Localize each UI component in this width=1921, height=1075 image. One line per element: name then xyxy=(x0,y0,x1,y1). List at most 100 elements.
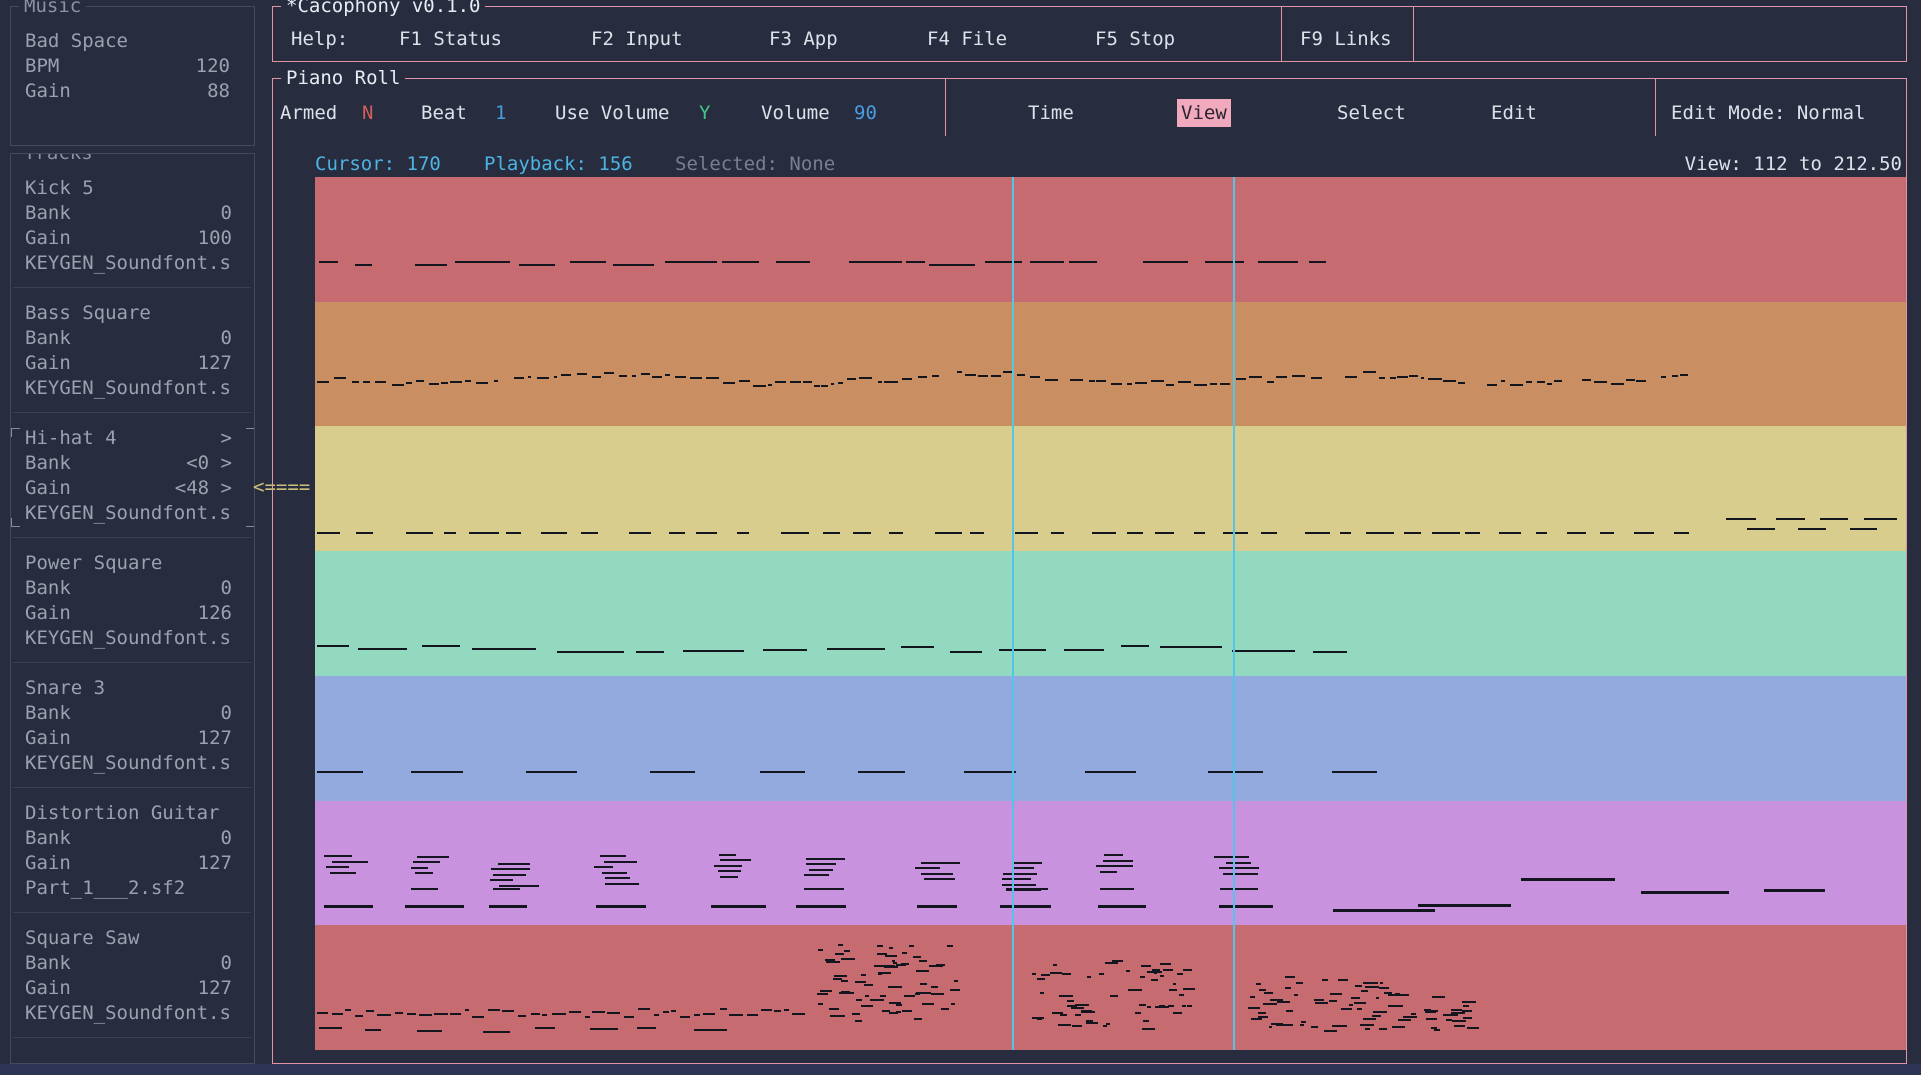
bpm-row[interactable]: BPM 120 xyxy=(25,54,254,79)
note-mark xyxy=(580,532,599,535)
note-mark xyxy=(1088,379,1095,382)
note-mark xyxy=(679,1016,690,1019)
track-band-hi-hat-4[interactable] xyxy=(315,426,1906,552)
note-mark xyxy=(450,380,462,383)
help-label: Help: xyxy=(291,28,349,50)
menu-item-f1-status[interactable]: F1 Status xyxy=(399,25,502,53)
note-mark xyxy=(1626,379,1635,382)
track-band-bass-square[interactable] xyxy=(315,301,1906,427)
note-mark xyxy=(999,905,1052,909)
track-item-kick-5[interactable]: Kick 5 Bank 0 Gain 100 KEYGEN_Soundfont.s xyxy=(13,176,254,301)
note-mark xyxy=(411,771,464,774)
song-name-row[interactable]: Bad Space xyxy=(25,29,254,54)
note-mark xyxy=(855,999,862,1002)
note-mark xyxy=(888,946,893,949)
tab-select[interactable]: Select xyxy=(1337,99,1406,127)
track-item-power-square[interactable]: Power Square Bank 0 Gain 126 KEYGEN_Soundfont… xyxy=(13,551,254,676)
track-band-distortion-guitar[interactable] xyxy=(315,800,1906,926)
note-mark xyxy=(1342,1025,1348,1028)
note-mark xyxy=(1776,518,1806,521)
note-mark xyxy=(374,380,386,383)
menu-item-f9-links[interactable]: F9 Links xyxy=(1300,25,1392,53)
track-gain-label: Gain xyxy=(25,977,71,999)
track-band-square-saw[interactable] xyxy=(315,925,1906,1050)
note-mark xyxy=(1863,518,1897,521)
note-mark xyxy=(841,957,855,960)
note-mark xyxy=(895,1010,901,1013)
track-name: Kick 5 xyxy=(25,177,94,199)
note-mark xyxy=(1375,997,1380,1000)
note-mark xyxy=(892,962,898,965)
track-divider xyxy=(13,287,251,288)
field-value-use-volume[interactable]: Y xyxy=(699,99,710,127)
note-mark xyxy=(488,1009,500,1012)
note-mark xyxy=(490,879,514,882)
menu-item-f2-input[interactable]: F2 Input xyxy=(591,25,683,53)
tab-edit[interactable]: Edit xyxy=(1491,99,1537,127)
note-mark xyxy=(1276,1001,1291,1004)
tab-view[interactable]: View xyxy=(1177,99,1231,127)
note-mark xyxy=(1641,890,1730,894)
note-mark xyxy=(825,959,836,962)
music-gain-row[interactable]: Gain 88 xyxy=(25,79,254,104)
track-item-square-saw[interactable]: Square Saw Bank 0 Gain 127 KEYGEN_Soundfont.s xyxy=(13,926,254,1051)
note-mark xyxy=(317,381,330,384)
tab-time[interactable]: Time xyxy=(1028,99,1074,127)
note-mark xyxy=(1210,383,1217,386)
track-soundfont-file: KEYGEN_Soundfont.s xyxy=(25,627,231,649)
menu-item-f3-app[interactable]: F3 App xyxy=(769,25,838,53)
note-mark xyxy=(796,905,847,909)
note-mark xyxy=(592,375,602,378)
field-value-armed[interactable]: N xyxy=(362,99,373,127)
music-panel-title: Music xyxy=(19,0,87,19)
note-mark xyxy=(683,650,745,653)
track-bank-value: 0 xyxy=(220,827,232,849)
note-mark xyxy=(1526,381,1533,384)
note-mark xyxy=(651,375,663,378)
note-mark xyxy=(1402,1016,1417,1019)
note-mark xyxy=(542,1014,548,1017)
track-band-kick-5[interactable] xyxy=(315,177,1906,302)
note-mark xyxy=(1125,970,1131,973)
track-item-snare-3[interactable]: Snare 3 Bank 0 Gain 127 KEYGEN_Soundfont.s xyxy=(13,676,254,801)
track-band-power-square[interactable] xyxy=(315,551,1906,676)
note-mark xyxy=(1120,645,1150,648)
note-mark xyxy=(773,1010,781,1013)
note-mark xyxy=(805,863,837,866)
note-mark xyxy=(965,374,976,377)
track-select-marker xyxy=(232,551,254,576)
note-mark xyxy=(829,1015,836,1018)
note-mark xyxy=(317,645,349,648)
note-mark xyxy=(1159,962,1171,965)
field-value-beat[interactable]: 1 xyxy=(495,99,506,127)
note-mark xyxy=(703,1012,716,1015)
track-item-bass-square[interactable]: Bass Square Bank 0 Gain 127 KEYGEN_Soundfont.… xyxy=(13,301,254,426)
field-value-volume[interactable]: 90 xyxy=(854,99,877,127)
track-band-snare-3[interactable] xyxy=(315,675,1906,801)
note-mark xyxy=(877,945,883,948)
menu-item-f4-file[interactable]: F4 File xyxy=(927,25,1007,53)
track-gain-value: 127 xyxy=(197,352,232,374)
note-mark xyxy=(1679,374,1688,376)
note-mark xyxy=(1110,994,1118,997)
note-mark xyxy=(1263,992,1273,995)
track-item-distortion-guitar[interactable]: Distortion Guitar Bank 0 Gain 127 Part_1___2.… xyxy=(13,801,254,926)
note-mark xyxy=(1258,1011,1266,1014)
note-mark xyxy=(1323,1029,1338,1032)
note-mark xyxy=(391,384,405,387)
note-mark xyxy=(753,384,766,387)
note-mark xyxy=(1204,260,1244,263)
note-mark xyxy=(854,1019,862,1022)
note-mark xyxy=(838,381,844,384)
note-mark xyxy=(1099,887,1134,890)
note-mark xyxy=(954,979,958,982)
note-mark xyxy=(792,1013,805,1016)
note-mark xyxy=(1086,976,1092,979)
track-gain-label: Gain xyxy=(25,852,71,874)
menu-item-f5-stop[interactable]: F5 Stop xyxy=(1095,25,1175,53)
note-mark xyxy=(619,375,627,378)
piano-roll-grid[interactable] xyxy=(315,177,1906,1050)
track-bank-label: Bank xyxy=(25,327,71,349)
music-gain-label: Gain xyxy=(25,80,71,102)
track-item-hi-hat-4[interactable]: Hi-hat 4 > Bank <0 > Gain <48 > KEYGEN_Soundfo… xyxy=(11,426,254,551)
